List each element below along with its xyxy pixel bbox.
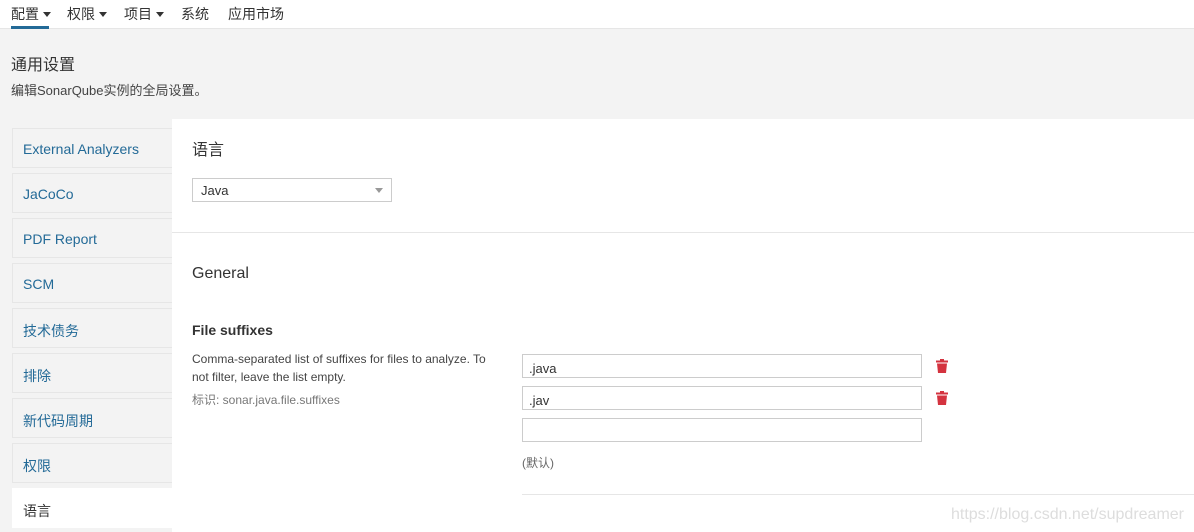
sidebar-item-exclusions[interactable]: 排除 <box>12 353 172 393</box>
sidebar-item-jacoco[interactable]: JaCoCo <box>12 173 172 213</box>
trash-icon[interactable] <box>936 359 948 373</box>
default-indicator: (默认) <box>522 456 554 470</box>
nav-permissions-menu[interactable]: 权限 <box>67 5 107 23</box>
top-nav: 配置 权限 项目 系统 应用市场 <box>0 0 1194 29</box>
suffix-field-new[interactable] <box>522 418 922 442</box>
language-select[interactable]: Java <box>192 178 392 202</box>
language-heading: 语言 <box>192 142 225 159</box>
suffix-field-1[interactable] <box>522 354 922 378</box>
sidebar-item-languages[interactable]: 语言 <box>12 488 172 528</box>
active-nav-indicator <box>11 26 49 29</box>
sidebar-item-label: PDF Report <box>23 231 97 247</box>
setting-divider <box>522 494 1194 495</box>
language-select-value: Java <box>201 183 229 198</box>
nav-permissions-label: 权限 <box>67 6 95 22</box>
sidebar-item-scm[interactable]: SCM <box>12 263 172 303</box>
sidebar-item-label: 权限 <box>23 458 51 474</box>
nav-marketplace-label: 应用市场 <box>228 6 284 22</box>
trash-icon[interactable] <box>936 391 948 405</box>
sidebar-item-label: 语言 <box>23 503 51 519</box>
nav-system-label: 系统 <box>181 6 209 22</box>
setting-key: 标识: sonar.java.file.suffixes <box>192 393 340 407</box>
setting-description: Comma-separated list of suffixes for fil… <box>192 352 486 384</box>
nav-system-link[interactable]: 系统 <box>181 5 209 23</box>
nav-projects-label: 项目 <box>124 6 152 22</box>
sidebar-item-label: SCM <box>23 276 55 292</box>
chevron-down-icon <box>156 12 164 17</box>
chevron-down-icon <box>99 12 107 17</box>
nav-marketplace-link[interactable]: 应用市场 <box>228 5 284 23</box>
nav-config-label: 配置 <box>11 6 39 22</box>
section-title: General <box>192 265 249 282</box>
sidebar-item-label: JaCoCo <box>23 186 74 202</box>
chevron-down-icon <box>375 188 383 193</box>
suffix-field-2[interactable] <box>522 386 922 410</box>
setting-name: File suffixes <box>192 322 273 338</box>
nav-config-menu[interactable]: 配置 <box>11 5 51 23</box>
sidebar-item-permissions[interactable]: 权限 <box>12 443 172 483</box>
sidebar-item-label: External Analyzers <box>23 141 139 157</box>
sidebar-item-label: 排除 <box>23 368 51 384</box>
sidebar-item-label: 新代码周期 <box>23 413 93 429</box>
page-title: 通用设置 <box>11 57 76 74</box>
nav-projects-menu[interactable]: 项目 <box>124 5 164 23</box>
section-divider <box>172 232 1194 233</box>
chevron-down-icon <box>43 12 51 17</box>
page-description: 编辑SonarQube实例的全局设置。 <box>11 83 208 98</box>
sidebar-item-external-analyzers[interactable]: External Analyzers <box>12 128 172 168</box>
sidebar-item-technical-debt[interactable]: 技术债务 <box>12 308 172 348</box>
sidebar-item-label: 技术债务 <box>23 323 79 339</box>
settings-panel: 语言 Java General File suffixes Comma-sepa… <box>172 119 1194 532</box>
watermark: https://blog.csdn.net/supdreamer <box>950 506 1184 523</box>
sidebar-item-pdf-report[interactable]: PDF Report <box>12 218 172 258</box>
sidebar-item-new-code-period[interactable]: 新代码周期 <box>12 398 172 438</box>
